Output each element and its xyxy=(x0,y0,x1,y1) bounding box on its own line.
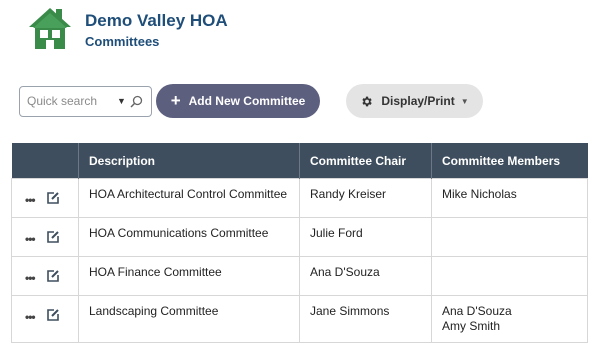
members-cell: Mike Nicholas xyxy=(431,178,588,218)
more-options-icon[interactable]: ••• xyxy=(25,232,36,247)
house-logo-icon xyxy=(29,8,71,49)
table-row: ••• Landscaping Committee Jane Simmons A… xyxy=(11,295,588,343)
column-header-chair[interactable]: Committee Chair xyxy=(299,143,432,179)
edit-icon[interactable] xyxy=(46,308,60,326)
search-icon[interactable] xyxy=(130,95,143,108)
edit-icon[interactable] xyxy=(46,191,60,209)
more-options-icon[interactable]: ••• xyxy=(25,310,36,325)
committees-table: Description Committee Chair Committee Me… xyxy=(11,143,588,343)
plus-icon: + xyxy=(170,91,181,110)
table-row: ••• HOA Communications Committee Julie F… xyxy=(11,217,588,257)
description-cell: Landscaping Committee xyxy=(78,295,300,343)
column-header-members[interactable]: Committee Members xyxy=(431,143,588,179)
member-name: Ana D'Souza xyxy=(442,304,512,318)
more-options-icon[interactable]: ••• xyxy=(25,271,36,286)
chair-cell: Julie Ford xyxy=(299,217,432,257)
add-new-committee-label: Add New Committee xyxy=(188,94,306,108)
description-cell: HOA Finance Committee xyxy=(78,256,300,296)
table-row: ••• HOA Architectural Control Committee … xyxy=(11,178,588,218)
chair-cell: Ana D'Souza xyxy=(299,256,432,296)
chair-cell: Jane Simmons xyxy=(299,295,432,343)
table-row: ••• HOA Finance Committee Ana D'Souza xyxy=(11,256,588,296)
display-print-label: Display/Print xyxy=(381,94,455,108)
org-name: Demo Valley HOA xyxy=(85,11,228,30)
chevron-down-icon: ▼ xyxy=(460,96,469,106)
edit-icon[interactable] xyxy=(46,230,60,248)
quick-search-input[interactable] xyxy=(27,94,113,108)
members-cell xyxy=(431,256,588,296)
member-name: Amy Smith xyxy=(442,319,501,333)
row-actions: ••• xyxy=(11,217,79,257)
column-header-description[interactable]: Description xyxy=(78,143,300,179)
app-header: Demo Valley HOA Committees xyxy=(27,5,228,51)
row-actions: ••• xyxy=(11,295,79,343)
toolbar: ▼ + Add New Committee Display/Print ▼ xyxy=(19,84,483,118)
gear-icon xyxy=(360,95,373,108)
row-actions: ••• xyxy=(11,256,79,296)
display-print-button[interactable]: Display/Print ▼ xyxy=(346,84,483,118)
members-cell xyxy=(431,217,588,257)
column-header-actions xyxy=(11,143,79,179)
quick-search-box[interactable]: ▼ xyxy=(19,85,152,117)
description-cell: HOA Communications Committee xyxy=(78,217,300,257)
search-dropdown-caret-icon[interactable]: ▼ xyxy=(117,96,126,106)
edit-icon[interactable] xyxy=(46,269,60,287)
chair-cell: Randy Kreiser xyxy=(299,178,432,218)
add-new-committee-button[interactable]: + Add New Committee xyxy=(156,84,320,118)
description-cell: HOA Architectural Control Committee xyxy=(78,178,300,218)
page-title: Committees xyxy=(85,34,160,49)
members-cell: Ana D'Souza Amy Smith xyxy=(431,295,588,343)
member-name: Mike Nicholas xyxy=(442,187,517,201)
table-header-row: Description Committee Chair Committee Me… xyxy=(11,143,588,179)
more-options-icon[interactable]: ••• xyxy=(25,193,36,208)
row-actions: ••• xyxy=(11,178,79,218)
